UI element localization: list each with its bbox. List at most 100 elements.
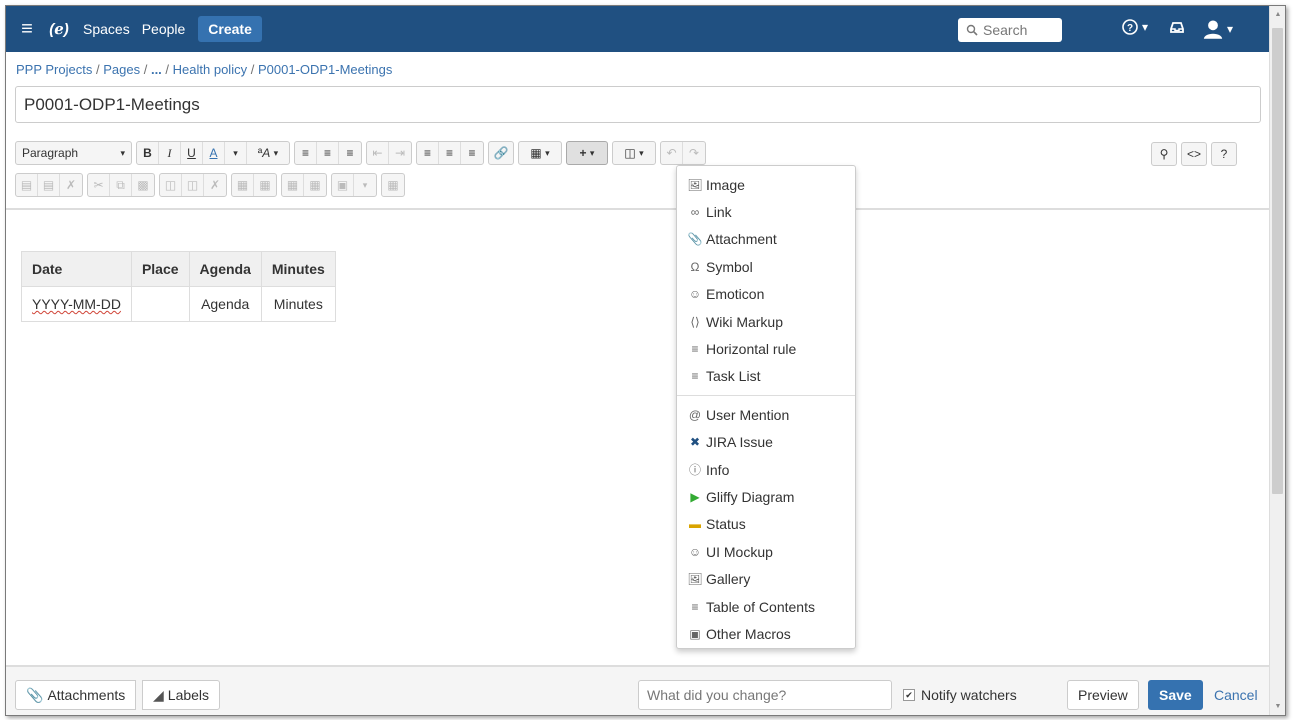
bullet-list-icon[interactable]: ≡ — [295, 142, 317, 164]
gallery-icon: 🖼 — [687, 572, 703, 587]
delete-row-icon[interactable]: ✗ — [60, 174, 82, 196]
find-replace-icon[interactable]: ⚲ — [1151, 142, 1177, 166]
menu-item-horizontal-rule[interactable]: ≡ Horizontal rule — [677, 335, 855, 362]
menu-item-info[interactable]: ⓘ Info — [677, 456, 855, 483]
column-header-agenda[interactable]: Agenda — [188, 251, 262, 287]
chevron-down-icon[interactable]: ▾ — [225, 142, 247, 164]
nav-spaces[interactable]: Spaces — [78, 21, 135, 37]
insert-column-after-icon[interactable]: ◫ — [182, 174, 204, 196]
omega-icon: Ω — [690, 259, 700, 274]
attachments-button[interactable]: 📎 Attachments — [15, 680, 137, 710]
redo-icon[interactable]: ↷ — [683, 142, 705, 164]
outdent-icon[interactable]: ⇤ — [367, 142, 389, 164]
menu-item-symbol[interactable]: Ω Symbol — [677, 253, 855, 280]
menu-item-wiki-markup[interactable]: ⟨⟩ Wiki Markup — [677, 308, 855, 335]
menu-item-gallery[interactable]: 🖼 Gallery — [677, 565, 855, 592]
insert-row-below-icon[interactable]: ▤ — [38, 174, 60, 196]
insert-row-above-icon[interactable]: ▤ — [16, 174, 38, 196]
menu-item-gliffy-diagram[interactable]: ▶ Gliffy Diagram — [677, 483, 855, 510]
breadcrumb-pages[interactable]: Pages — [103, 62, 140, 77]
table-cell-minutes[interactable]: Minutes — [260, 286, 336, 322]
align-right-icon[interactable]: ≡ — [461, 142, 483, 164]
copy-row-icon[interactable]: ⧉ — [110, 174, 132, 196]
breadcrumb-ppp-projects[interactable]: PPP Projects — [16, 62, 92, 77]
indent-icon[interactable]: ⇥ — [389, 142, 411, 164]
create-button[interactable]: Create — [198, 16, 262, 42]
undo-icon[interactable]: ↶ — [661, 142, 683, 164]
scroll-down-arrow-icon[interactable]: ▼ — [1270, 698, 1285, 715]
menu-item-link[interactable]: ∞ Link — [677, 198, 855, 225]
text-style-group: B I U A ▾ ªA ▾ — [136, 141, 290, 165]
page-title-input[interactable]: P0001-ODP1-Meetings — [15, 86, 1261, 123]
save-button[interactable]: Save — [1148, 680, 1203, 710]
heading-column-icon[interactable]: ▦ — [304, 174, 326, 196]
table-cell-date[interactable]: YYYY-MM-DD — [21, 286, 132, 322]
task-list-icon[interactable]: ≡ — [339, 142, 361, 164]
source-editor-icon[interactable]: <> — [1181, 142, 1207, 166]
breadcrumb-ellipsis[interactable]: ... — [151, 62, 162, 77]
more-formatting-icon[interactable]: ªA ▾ — [247, 142, 289, 164]
notify-watchers-checkbox[interactable]: ✔ Notify watchers — [903, 687, 1017, 703]
scrollbar-thumb[interactable] — [1272, 28, 1283, 494]
chevron-down-icon[interactable]: ▾ — [354, 174, 376, 196]
italic-icon[interactable]: I — [159, 142, 181, 164]
insert-column-before-icon[interactable]: ◫ — [160, 174, 182, 196]
paragraph-format-select[interactable]: Paragraph ▾ — [15, 141, 132, 165]
image-icon: 🖼 — [687, 177, 703, 192]
help-menu-button[interactable]: ? ▾ — [1121, 18, 1148, 36]
menu-item-ui-mockup[interactable]: ☺ UI Mockup — [677, 538, 855, 565]
column-header-date[interactable]: Date — [21, 251, 132, 287]
change-comment-input[interactable]: What did you change? — [638, 680, 892, 710]
heading-row-icon[interactable]: ▦ — [282, 174, 304, 196]
logo-icon[interactable]: (ℯ) — [46, 16, 72, 42]
insert-more-button[interactable]: + ▾ — [566, 141, 608, 165]
breadcrumb-health-policy[interactable]: Health policy — [173, 62, 247, 77]
cut-row-icon[interactable]: ✂ — [88, 174, 110, 196]
cancel-link[interactable]: Cancel — [1214, 687, 1258, 703]
info-icon: ⓘ — [688, 463, 701, 478]
help-icon[interactable]: ? — [1211, 142, 1237, 166]
text-color-icon[interactable]: A — [203, 142, 225, 164]
menu-item-other-macros[interactable]: ▣ Other Macros — [677, 620, 855, 647]
align-center-icon[interactable]: ≡ — [439, 142, 461, 164]
menu-item-emoticon[interactable]: ☺ Emoticon — [677, 281, 855, 308]
delete-table-icon[interactable]: ▦ — [382, 174, 404, 196]
bold-icon[interactable]: B — [137, 142, 159, 164]
editor-toolbar: Paragraph ▾ B I U A ▾ ªA ▾ ≡ ≡ ≡ ⇤ ⇥ ≡ ≡… — [6, 128, 1271, 210]
user-menu-button[interactable]: ▾ — [1202, 18, 1233, 40]
menu-item-status[interactable]: ▬ Status — [677, 511, 855, 538]
menu-item-task-list[interactable]: ≡ Task List — [677, 363, 855, 390]
scroll-up-arrow-icon[interactable]: ▲ — [1270, 6, 1285, 23]
vertical-scrollbar[interactable]: ▲ ▼ — [1269, 6, 1285, 715]
table-cell-place[interactable] — [130, 286, 190, 322]
menu-icon[interactable]: ≡ — [10, 6, 44, 52]
underline-icon[interactable]: U — [181, 142, 203, 164]
search-input[interactable]: Search — [958, 18, 1062, 42]
link-icon[interactable]: 🔗 — [488, 141, 514, 165]
delete-column-icon[interactable]: ✗ — [204, 174, 226, 196]
merge-cells-icon[interactable]: ▦ — [232, 174, 254, 196]
labels-button[interactable]: ◢ Labels — [142, 680, 221, 710]
menu-item-attachment[interactable]: 📎 Attachment — [677, 226, 855, 253]
column-header-place[interactable]: Place — [130, 251, 190, 287]
insert-menu: 🖼 Image ∞ Link 📎 Attachment Ω Symbol ☺ Emotic… — [676, 165, 856, 649]
split-cell-icon[interactable]: ▦ — [254, 174, 276, 196]
column-header-minutes[interactable]: Minutes — [260, 251, 336, 287]
numbered-list-icon[interactable]: ≡ — [317, 142, 339, 164]
cell-color-icon[interactable]: ▣ — [332, 174, 354, 196]
at-icon: @ — [688, 407, 702, 422]
page-layout-button[interactable]: ◫ ▾ — [612, 141, 656, 165]
menu-item-user-mention[interactable]: @ User Mention — [677, 401, 855, 428]
nav-people[interactable]: People — [137, 21, 191, 37]
menu-item-table-of-contents[interactable]: ≡ Table of Contents — [677, 593, 855, 620]
menu-item-image[interactable]: 🖼 Image — [677, 171, 855, 198]
table-cell-agenda[interactable]: Agenda — [188, 286, 262, 322]
menu-item-jira-issue[interactable]: ✖ JIRA Issue — [677, 429, 855, 456]
table-row-group: ▤ ▤ ✗ — [15, 173, 83, 197]
breadcrumb-current-page[interactable]: P0001-ODP1-Meetings — [258, 62, 392, 77]
preview-button[interactable]: Preview — [1067, 680, 1139, 710]
notifications-button[interactable] — [1168, 18, 1186, 36]
paste-row-icon[interactable]: ▩ — [132, 174, 154, 196]
align-left-icon[interactable]: ≡ — [417, 142, 439, 164]
table-insert-button[interactable]: ▦ ▾ — [518, 141, 562, 165]
